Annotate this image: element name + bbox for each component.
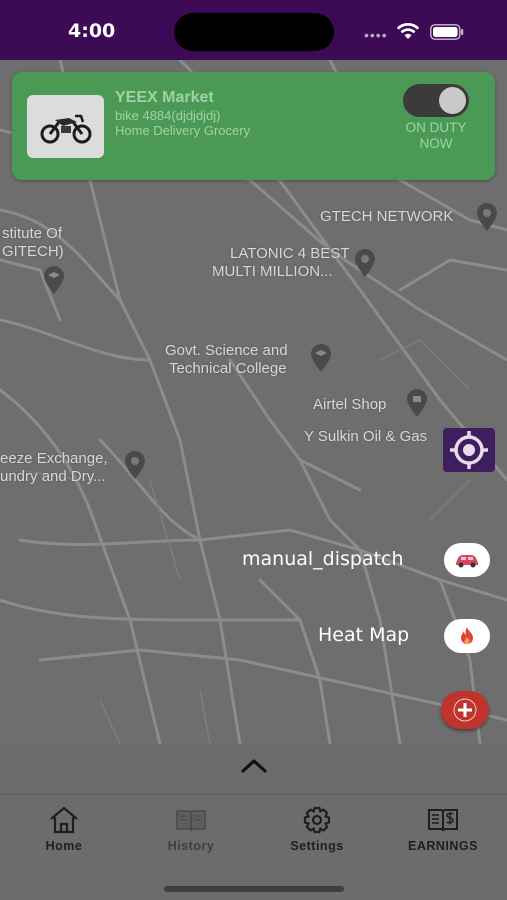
chevron-up-icon[interactable] (239, 756, 269, 776)
home-icon (50, 806, 78, 834)
nav-label: EARNINGS (408, 839, 478, 853)
nav-item-home[interactable]: Home (14, 795, 114, 865)
status-time: 4:00 (68, 20, 116, 42)
map-label-line: Govt. Science and (165, 342, 288, 359)
manual-dispatch-label[interactable]: manual_dispatch (242, 548, 404, 570)
school-pin-icon[interactable] (43, 265, 65, 295)
map-label-line: LATONIC 4 BEST (230, 245, 350, 262)
nav-label: Settings (290, 839, 344, 853)
map-pin-icon[interactable] (124, 450, 146, 480)
bottom-nav: Home History Settings EARNINGS (0, 794, 507, 864)
map-pin-icon[interactable] (476, 202, 498, 232)
map-label-airtel-shop: Airtel Shop (313, 396, 387, 413)
home-indicator (164, 886, 344, 892)
battery-icon (430, 24, 464, 40)
nav-item-earnings[interactable]: EARNINGS (393, 795, 493, 865)
locate-me-button[interactable] (443, 428, 495, 472)
gear-icon (303, 806, 331, 834)
app-screen: 4:00 •••• GTECH NETWORK LATONIC 4 BEST M… (0, 0, 507, 900)
vehicle-info: bike 4884(djdjdjdj) (115, 108, 221, 123)
nav-item-history[interactable]: History (141, 795, 241, 865)
map-label-line: MULTI MILLION... (212, 263, 333, 280)
wifi-icon (396, 22, 420, 39)
heat-map-label[interactable]: Heat Map (318, 624, 409, 646)
map-label-line: undry and Dry... (0, 468, 106, 485)
plus-icon (453, 698, 477, 722)
map-label-govt-college: Govt. Science and Technical College (165, 342, 288, 378)
toggle-knob (439, 87, 466, 114)
car-icon (456, 555, 478, 568)
ledger-icon (428, 809, 458, 832)
vehicle-thumbnail (27, 95, 104, 158)
map-label-institute: stitute Of GITECH) (2, 225, 64, 261)
map-pin-icon[interactable] (354, 248, 376, 278)
map-label-line: GITECH) (2, 243, 64, 260)
duty-status-label: ON DUTY NOW (405, 120, 467, 151)
map-label-latonic: LATONIC 4 BEST MULTI MILLION... (212, 245, 349, 281)
crosshair-icon (450, 431, 488, 469)
map-label-breeze-exchange: eeze Exchange, undry and Dry... (0, 450, 108, 486)
map-label-line: eeze Exchange, (0, 450, 108, 467)
dynamic-island (174, 13, 334, 51)
driver-status-card: YEEX Market bike 4884(djdjdjdj) Home Del… (12, 72, 495, 180)
nav-label: Home (45, 839, 83, 853)
map-label-sulkin-oil: Y Sulkin Oil & Gas (304, 428, 428, 445)
add-action-button[interactable] (441, 691, 489, 729)
map-label-line: Technical College (169, 360, 287, 377)
nav-item-settings[interactable]: Settings (267, 795, 367, 865)
bottom-sheet: Home History Settings EARNINGS (0, 744, 507, 900)
manual-dispatch-button[interactable] (444, 543, 490, 577)
shop-pin-icon[interactable] (406, 388, 428, 418)
motorcycle-icon (40, 114, 91, 143)
map-label-line: stitute Of (2, 225, 63, 242)
map-label-gtech-network: GTECH NETWORK (320, 208, 454, 225)
nav-label: History (167, 839, 215, 853)
fire-icon (461, 627, 473, 644)
signal-dots: •••• (364, 27, 388, 43)
status-bar: 4:00 •••• (0, 0, 507, 60)
school-pin-icon[interactable] (310, 343, 332, 373)
heat-map-button[interactable] (444, 619, 490, 653)
driver-name: YEEX Market (115, 89, 214, 106)
duty-toggle[interactable] (403, 84, 469, 117)
service-type: Home Delivery Grocery (115, 123, 251, 138)
book-icon (176, 810, 206, 832)
